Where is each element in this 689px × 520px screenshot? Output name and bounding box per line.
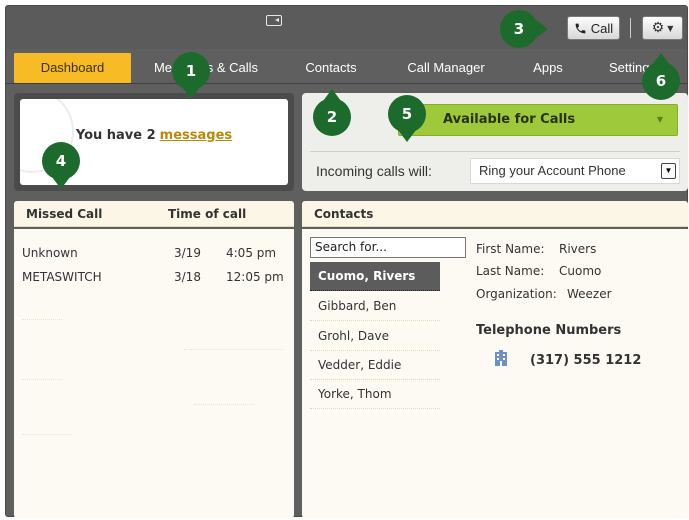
tab-call-manager[interactable]: Call Manager xyxy=(401,53,491,83)
divider xyxy=(22,379,62,380)
callout-badge: 5 xyxy=(388,95,426,142)
callout-badge: 2 xyxy=(313,89,351,136)
callout-number: 2 xyxy=(326,108,338,126)
gear-icon: ⚙ xyxy=(651,20,665,36)
callout-number: 1 xyxy=(185,62,197,80)
top-bar: Call ⚙ ▼ xyxy=(6,6,687,49)
tab-apps[interactable]: Apps xyxy=(528,53,568,83)
callout-pointer xyxy=(182,87,200,99)
first-name-label: First Name: xyxy=(476,242,545,256)
time-of-call-column: Time of call xyxy=(168,207,247,221)
list-item[interactable]: Cuomo, Rivers xyxy=(310,262,440,291)
call-time: 4:05 pm xyxy=(226,246,277,260)
chevron-down-icon: ▼ xyxy=(661,163,676,179)
missed-calls-header: Missed Call Time of call xyxy=(14,201,294,227)
messages-link[interactable]: messages xyxy=(160,128,232,143)
list-item[interactable]: Vedder, Eddie xyxy=(310,351,440,380)
table-row[interactable]: METASWITCH 3/18 12:05 pm xyxy=(22,267,288,289)
contacts-title: Contacts xyxy=(314,207,374,221)
telephone-numbers-heading: Telephone Numbers xyxy=(476,323,622,338)
contacts-header: Contacts xyxy=(302,201,688,227)
callout-number: 4 xyxy=(55,152,67,170)
callout-badge: 4 xyxy=(42,142,80,189)
callout-pointer xyxy=(323,89,341,101)
tab-dashboard[interactable]: Dashboard xyxy=(14,53,131,83)
availability-panel: Available for Calls ▼ Incoming calls wil… xyxy=(302,93,688,191)
callout-badge: 3 xyxy=(500,10,548,48)
building-icon xyxy=(495,350,507,366)
organization-label: Organization: xyxy=(476,287,557,301)
availability-status: Available for Calls xyxy=(443,112,576,127)
phone-number[interactable]: (317) 555 1212 xyxy=(530,353,641,368)
callout-number: 5 xyxy=(401,105,413,123)
settings-menu-button[interactable]: ⚙ ▼ xyxy=(642,16,683,40)
callout-number: 3 xyxy=(513,20,525,38)
call-button-label: Call xyxy=(590,20,614,36)
missed-call-column: Missed Call xyxy=(26,207,103,221)
camera-icon[interactable] xyxy=(266,15,282,26)
last-name-value: Cuomo xyxy=(559,264,602,278)
first-name-value: Rivers xyxy=(559,242,597,256)
search-value: Search for... xyxy=(315,240,387,254)
list-item[interactable]: Grohl, Dave xyxy=(310,322,440,351)
list-item[interactable]: Yorke, Thom xyxy=(310,380,440,409)
call-time: 12:05 pm xyxy=(226,270,284,284)
call-date: 3/19 xyxy=(174,246,201,260)
organization-value: Weezer xyxy=(567,287,612,301)
callout-badge: 1 xyxy=(172,52,210,99)
tab-contacts[interactable]: Contacts xyxy=(296,53,366,83)
chevron-down-icon: ▼ xyxy=(667,23,674,33)
incoming-calls-select[interactable]: Ring your Account Phone ▼ xyxy=(470,158,680,184)
call-date: 3/18 xyxy=(174,270,201,284)
messages-count-text: You have 2 xyxy=(75,127,156,143)
callout-number: 6 xyxy=(655,72,667,90)
app-window: Call ⚙ ▼ Dashboard Messages & Calls Cont… xyxy=(5,5,688,518)
toolbar-divider xyxy=(630,18,631,38)
caller-name: METASWITCH xyxy=(22,270,102,284)
call-button[interactable]: Call xyxy=(567,16,620,40)
callout-badge: 6 xyxy=(642,53,680,100)
callout-pointer xyxy=(52,177,70,189)
list-item[interactable]: Gibbard, Ben xyxy=(310,292,440,321)
incoming-calls-value: Ring your Account Phone xyxy=(479,163,626,178)
callout-pointer xyxy=(536,20,548,38)
divider xyxy=(310,151,680,152)
divider xyxy=(184,349,284,350)
callout-pointer xyxy=(398,130,416,142)
divider xyxy=(22,319,62,320)
missed-calls-list: Unknown 3/19 4:05 pm METASWITCH 3/18 12:… xyxy=(14,229,294,518)
phone-icon xyxy=(575,23,586,33)
caller-name: Unknown xyxy=(22,246,78,260)
callout-pointer xyxy=(652,53,670,65)
availability-dropdown[interactable]: Available for Calls ▼ xyxy=(398,104,678,136)
divider xyxy=(194,404,254,405)
table-row[interactable]: Unknown 3/19 4:05 pm xyxy=(22,243,288,265)
contact-search-input[interactable]: Search for... xyxy=(310,237,466,258)
contacts-panel: Search for... Cuomo, Rivers Gibbard, Ben… xyxy=(302,229,688,518)
main-nav: Dashboard Messages & Calls Contacts Call… xyxy=(6,49,687,84)
chevron-down-icon: ▼ xyxy=(656,115,663,124)
divider xyxy=(22,434,72,435)
last-name-label: Last Name: xyxy=(476,264,545,278)
incoming-calls-label: Incoming calls will: xyxy=(316,163,432,179)
